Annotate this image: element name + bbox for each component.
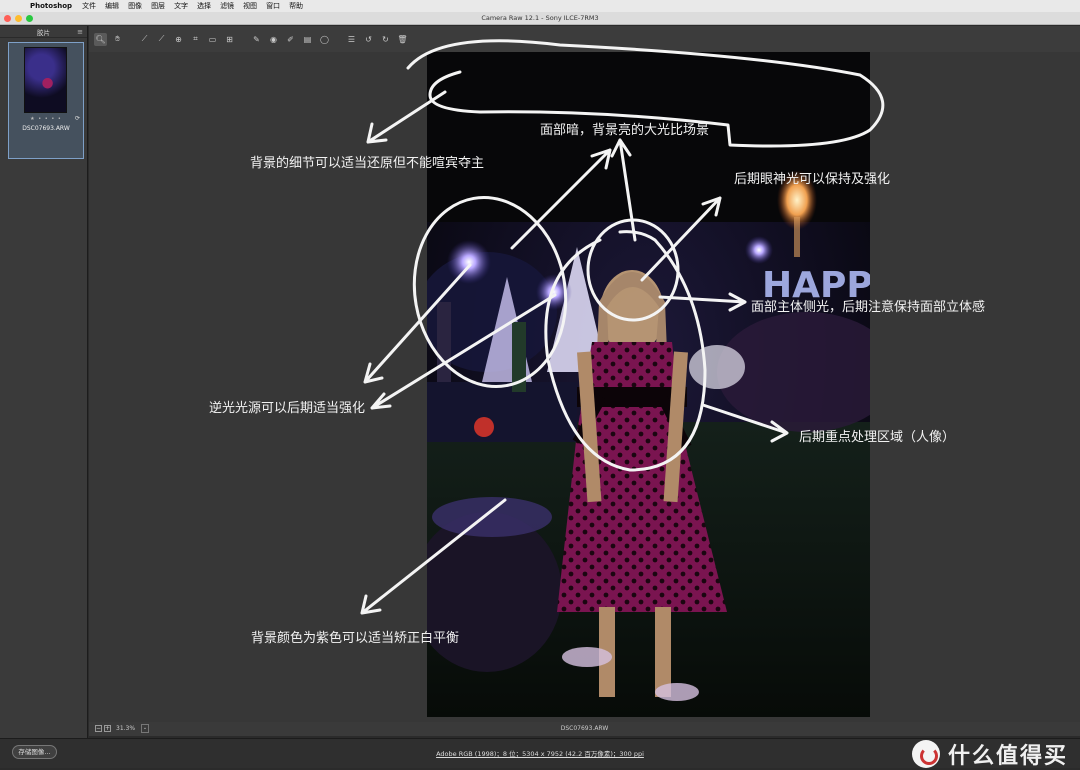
trash-icon[interactable]: 🗑︎: [396, 33, 409, 46]
menu-image[interactable]: 图像: [128, 1, 142, 11]
hand-icon[interactable]: ✋︎: [111, 33, 124, 46]
annotation-text-backlight: 逆光光源可以后期适当强化: [209, 401, 366, 416]
color-sampler-icon[interactable]: ⟋: [155, 33, 168, 46]
image-canvas[interactable]: HAPPY: [89, 52, 1080, 722]
adjustment-brush-icon[interactable]: ✐: [284, 33, 297, 46]
thumbnail-filename: DSC07693.ARW: [22, 125, 70, 132]
apple-logo-icon[interactable]: [10, 2, 18, 11]
watermark-text: 什么值得买: [947, 744, 1068, 769]
annotation-text-portrait-area: 后期重点处理区域（人像）: [799, 430, 956, 445]
menu-type[interactable]: 文字: [174, 1, 188, 11]
filmstrip-panel: 胶片 ≡ ★ • • • • ⟳ DSC07693.ARW: [0, 26, 88, 740]
filmstrip-header: 胶片 ≡: [0, 26, 87, 38]
radial-filter-icon[interactable]: ◯: [318, 33, 331, 46]
filmstrip-title: 胶片: [37, 28, 50, 37]
menu-help[interactable]: 帮助: [289, 1, 303, 11]
preferences-icon[interactable]: ☰: [345, 33, 358, 46]
thumbnail-image: [24, 47, 67, 113]
annotation-text-eye-light: 后期眼神光可以保持及强化: [734, 172, 891, 187]
spot-removal-icon[interactable]: ✎: [250, 33, 263, 46]
filmstrip-menu-icon[interactable]: ≡: [77, 28, 83, 36]
photo-preview: HAPPY: [427, 52, 870, 717]
crop-icon[interactable]: ⌗: [189, 33, 202, 46]
annotation-text-background-detail: 背景的细节可以适当还原但不能喧宾夺主: [250, 156, 485, 171]
menu-layer[interactable]: 图层: [151, 1, 165, 11]
zoom-icon[interactable]: 🔍︎: [94, 32, 107, 46]
rotate-right-icon[interactable]: ↻: [379, 33, 392, 46]
menu-file[interactable]: 文件: [82, 1, 96, 11]
annotation-text-contrast: 面部暗，背景亮的大光比场景: [540, 123, 710, 138]
rotate-left-icon[interactable]: ↺: [362, 33, 375, 46]
camera-raw-toolbar: 🔍︎ ✋︎ ⟋ ⟋ ⊕ ⌗ ▭ ⊞ ✎ ◉ ✐ ▤ ◯ ☰ ↺ ↻ 🗑︎: [89, 26, 1080, 52]
targeted-adjust-icon[interactable]: ⊕: [172, 33, 185, 46]
thumbnail-rating[interactable]: ★ • • • •: [9, 116, 83, 122]
watermark: 什么值得买: [911, 739, 1068, 769]
canvas-filename: DSC07693.ARW: [560, 725, 609, 732]
canvas-status-bar: − + 31.3% ⌄ DSC07693.ARW: [89, 722, 1080, 736]
menu-app-name[interactable]: Photoshop: [30, 2, 72, 10]
red-eye-icon[interactable]: ◉: [267, 33, 280, 46]
window-title: Camera Raw 12.1 - Sony ILCE-7RM3: [481, 14, 599, 22]
sync-icon: ⟳: [74, 115, 80, 122]
annotation-text-side-light: 面部主体侧光，后期注意保持面部立体感: [751, 300, 986, 315]
macos-menu-bar: Photoshop 文件 编辑 图像 图层 文字 选择 滤镜 视图 窗口 帮助: [0, 0, 1080, 12]
smzdm-logo-icon: [911, 740, 940, 768]
menu-select[interactable]: 选择: [197, 1, 211, 11]
filmstrip-thumbnail[interactable]: ★ • • • • ⟳ DSC07693.ARW: [8, 42, 84, 159]
graduated-filter-icon[interactable]: ▤: [301, 33, 314, 46]
footer-bar: 存储图像... Adobe RGB (1998)；8 位；5304 x 7952…: [0, 738, 1080, 769]
menu-edit[interactable]: 编辑: [105, 1, 119, 11]
menu-view[interactable]: 视图: [243, 1, 257, 11]
menu-window[interactable]: 窗口: [266, 1, 280, 11]
white-balance-icon[interactable]: ⟋: [138, 33, 151, 46]
straighten-icon[interactable]: ▭: [206, 33, 219, 46]
window-title-bar: Camera Raw 12.1 - Sony ILCE-7RM3: [0, 12, 1080, 25]
menu-filter[interactable]: 滤镜: [220, 1, 234, 11]
annotation-text-background-color: 背景颜色为紫色可以适当矫正白平衡: [251, 631, 460, 646]
transform-icon[interactable]: ⊞: [223, 33, 236, 46]
